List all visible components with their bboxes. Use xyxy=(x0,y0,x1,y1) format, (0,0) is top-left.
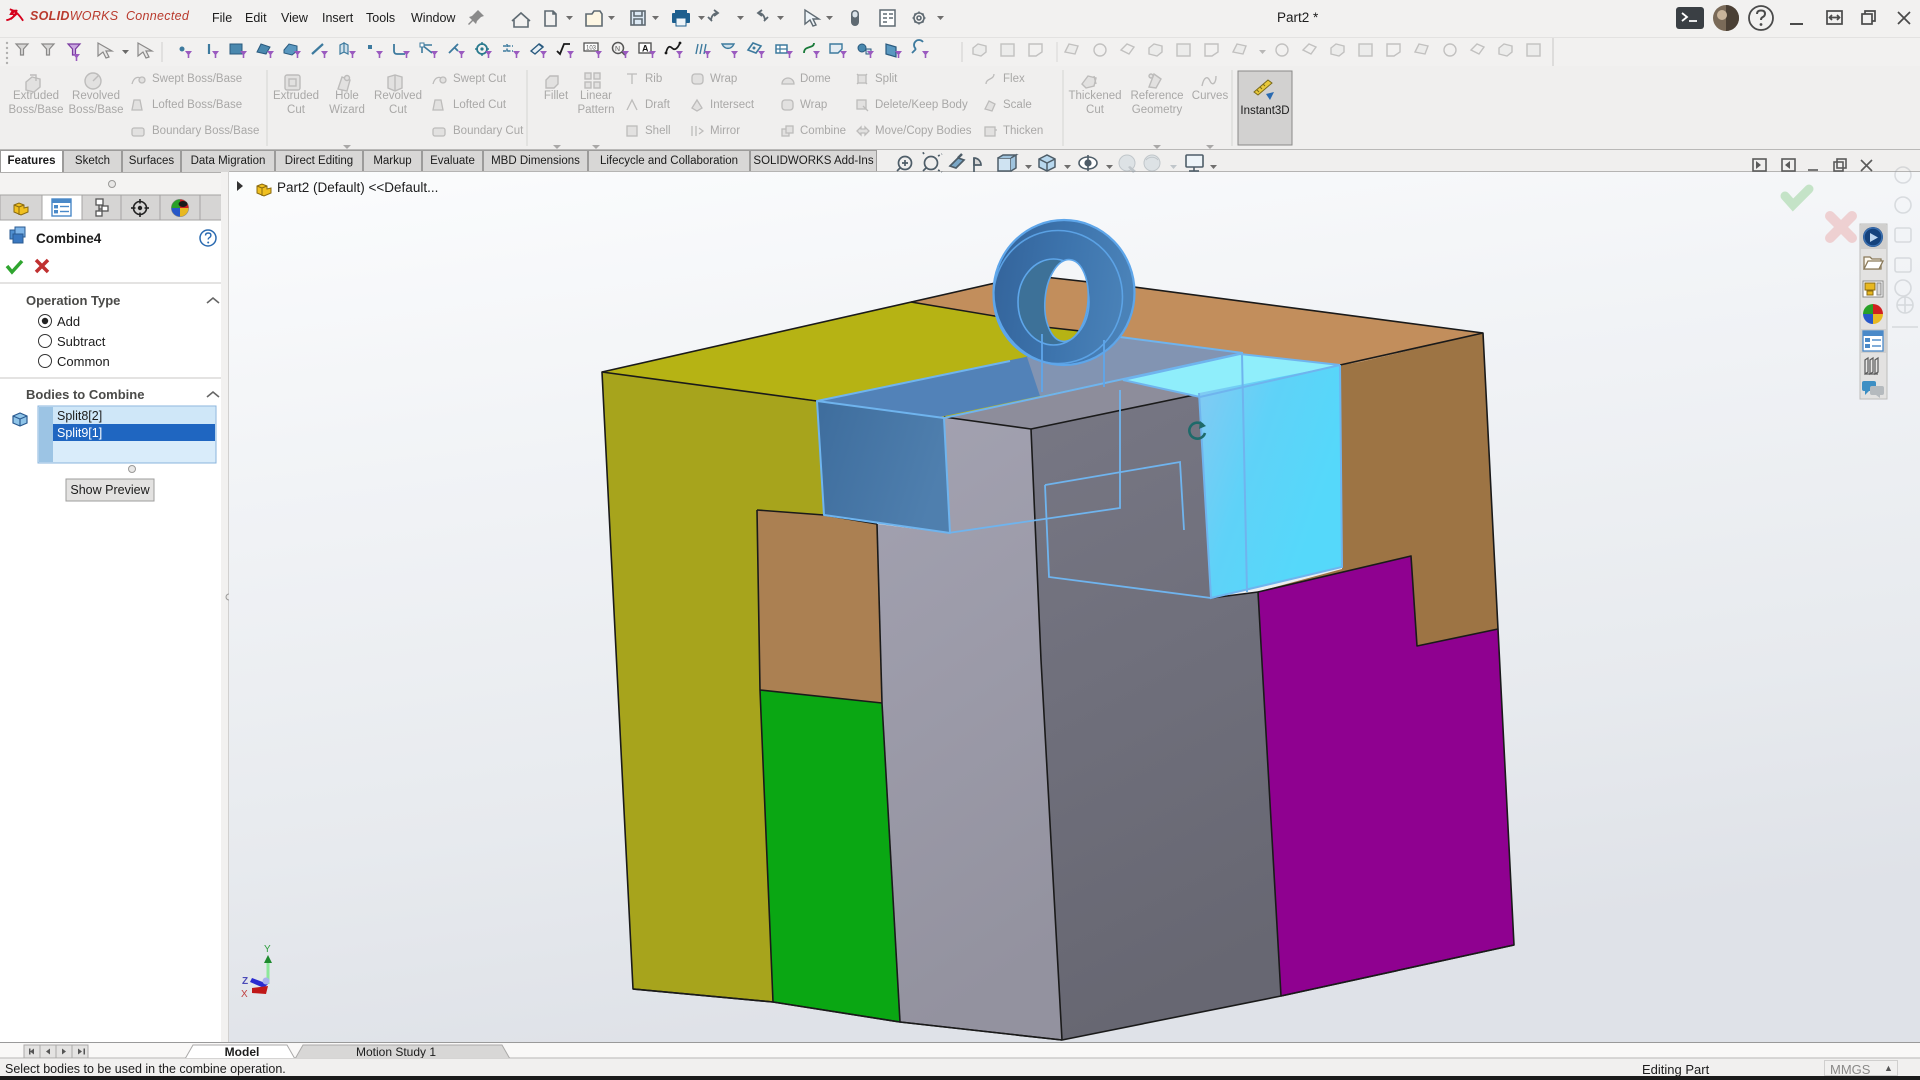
svg-text:Swept Cut: Swept Cut xyxy=(453,73,507,85)
svg-text:Extruded: Extruded xyxy=(273,90,319,102)
svg-text:N: N xyxy=(615,46,620,53)
svg-text:Flex: Flex xyxy=(1003,73,1025,85)
svg-text:Bodies to Combine: Bodies to Combine xyxy=(26,387,144,402)
svg-text:Boss/Base: Boss/Base xyxy=(69,104,124,116)
svg-text:Operation Type: Operation Type xyxy=(26,293,120,308)
svg-text:Cut: Cut xyxy=(287,104,306,116)
svg-text:Dome: Dome xyxy=(800,73,831,85)
svg-text:Instant3D: Instant3D xyxy=(1240,105,1289,117)
svg-text:Boundary Cut: Boundary Cut xyxy=(453,125,524,137)
svg-text:Motion Study 1: Motion Study 1 xyxy=(356,1045,436,1059)
svg-text:Common: Common xyxy=(57,354,110,369)
svg-text:A: A xyxy=(642,44,649,54)
svg-text:Split9[1]: Split9[1] xyxy=(57,426,102,440)
svg-text:Split: Split xyxy=(875,73,898,85)
svg-text:103: 103 xyxy=(586,46,597,52)
svg-text:Lofted Boss/Base: Lofted Boss/Base xyxy=(152,99,242,111)
svg-text:Z: Z xyxy=(242,976,248,987)
svg-text:Combine: Combine xyxy=(800,125,846,137)
svg-text:Geometry: Geometry xyxy=(1132,104,1183,116)
svg-text:Y: Y xyxy=(264,944,271,955)
svg-text:Model: Model xyxy=(225,1045,260,1059)
svg-text:Swept Boss/Base: Swept Boss/Base xyxy=(152,73,242,85)
svg-text:Fillet: Fillet xyxy=(544,90,569,102)
svg-text:Draft: Draft xyxy=(645,99,671,111)
svg-text:Cut: Cut xyxy=(389,104,408,116)
svg-text:Thicken: Thicken xyxy=(1003,125,1043,137)
svg-text:Thickened: Thickened xyxy=(1068,90,1121,102)
svg-text:Combine4: Combine4 xyxy=(36,231,102,246)
svg-text:Shell: Shell xyxy=(645,125,671,137)
svg-text:X: X xyxy=(241,989,248,1000)
svg-text:Curves: Curves xyxy=(1192,90,1229,102)
svg-text:Cut: Cut xyxy=(1086,104,1105,116)
svg-text:Pattern: Pattern xyxy=(577,104,614,116)
svg-text:Revolved: Revolved xyxy=(374,90,422,102)
svg-text:Boss/Base: Boss/Base xyxy=(9,104,64,116)
svg-text:Reference: Reference xyxy=(1130,90,1183,102)
svg-text:Linear: Linear xyxy=(580,90,612,102)
svg-text:Scale: Scale xyxy=(1003,99,1032,111)
svg-text:Rib: Rib xyxy=(645,73,662,85)
svg-text:Move/Copy Bodies: Move/Copy Bodies xyxy=(875,125,972,137)
svg-text:Extruded: Extruded xyxy=(13,90,59,102)
svg-text:Lofted Cut: Lofted Cut xyxy=(453,99,507,111)
svg-text:Split8[2]: Split8[2] xyxy=(57,409,102,423)
svg-text:Delete/Keep Body: Delete/Keep Body xyxy=(875,99,968,111)
svg-text:Intersect: Intersect xyxy=(710,99,755,111)
svg-text:Show Preview: Show Preview xyxy=(70,483,150,497)
svg-text:Add: Add xyxy=(57,314,80,329)
svg-text:Subtract: Subtract xyxy=(57,334,106,349)
svg-text:Part2 (Default) <<Default...: Part2 (Default) <<Default... xyxy=(277,180,438,195)
svg-text:Mirror: Mirror xyxy=(710,125,740,137)
svg-text:Revolved: Revolved xyxy=(72,90,120,102)
svg-text:Wrap: Wrap xyxy=(710,73,737,85)
svg-text:Wizard: Wizard xyxy=(329,104,365,116)
svg-text:Boundary Boss/Base: Boundary Boss/Base xyxy=(152,125,259,137)
svg-text:Hole: Hole xyxy=(335,90,359,102)
svg-text:Wrap: Wrap xyxy=(800,99,827,111)
